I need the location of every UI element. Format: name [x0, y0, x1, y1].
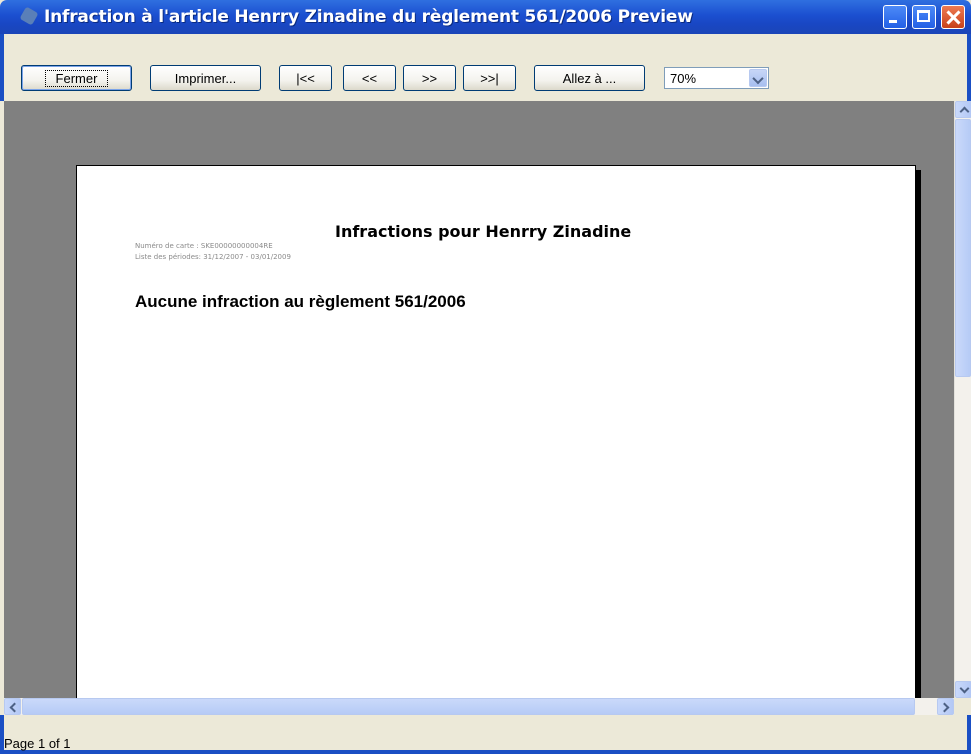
preview-page: Infractions pour Henrry Zinadine Numéro …	[76, 165, 916, 698]
close-button[interactable]: Fermer	[21, 65, 132, 91]
title-bar[interactable]: Infraction à l'article Henrry Zinadine d…	[0, 0, 971, 34]
scroll-down-button[interactable]	[955, 681, 971, 698]
document-heading: Aucune infraction au règlement 561/2006	[135, 292, 466, 311]
zoom-value: 70%	[670, 71, 697, 86]
print-button-label: Imprimer...	[174, 70, 237, 86]
first-page-label: |<<	[296, 70, 315, 86]
vertical-scrollbar[interactable]	[954, 101, 971, 698]
maximize-button[interactable]	[912, 5, 936, 29]
preview-area[interactable]: Infractions pour Henrry Zinadine Numéro …	[4, 101, 954, 698]
last-page-label: >>|	[480, 70, 499, 86]
page-indicator: Page 1 of 1	[4, 736, 71, 751]
scroll-up-button[interactable]	[955, 101, 971, 118]
last-page-button[interactable]: >>|	[463, 65, 516, 91]
toolbar: Fermer Imprimer... |<< << >> >>| Allez à…	[0, 34, 971, 101]
print-button[interactable]: Imprimer...	[150, 65, 261, 91]
close-window-button[interactable]	[941, 5, 965, 29]
document-title: Infractions pour Henrry Zinadine	[335, 222, 632, 241]
horizontal-scrollbar[interactable]	[4, 698, 954, 715]
next-page-label: >>	[421, 70, 438, 86]
app-icon	[19, 6, 39, 26]
chevron-down-icon[interactable]	[749, 69, 767, 87]
card-number: Numéro de carte : SKE00000000004RE	[135, 242, 273, 250]
previous-page-button[interactable]: <<	[343, 65, 396, 91]
vertical-scroll-thumb[interactable]	[955, 119, 971, 377]
first-page-button[interactable]: |<<	[279, 65, 332, 91]
scrollbar-corner	[954, 698, 971, 715]
previous-page-label: <<	[361, 70, 378, 86]
zoom-select[interactable]: 70%	[664, 67, 769, 89]
minimize-button[interactable]	[883, 5, 907, 29]
scroll-left-button[interactable]	[4, 698, 21, 715]
status-bar: Page 1 of 1	[0, 715, 971, 754]
window-title: Infraction à l'article Henrry Zinadine d…	[44, 7, 693, 27]
goto-button-label: Allez à ...	[562, 70, 617, 86]
close-button-label: Fermer	[44, 69, 109, 87]
horizontal-scroll-thumb[interactable]	[22, 698, 915, 715]
period-list: Liste des périodes: 31/12/2007 - 03/01/2…	[135, 253, 291, 261]
goto-button[interactable]: Allez à ...	[534, 65, 645, 91]
next-page-button[interactable]: >>	[403, 65, 456, 91]
scroll-right-button[interactable]	[937, 698, 954, 715]
